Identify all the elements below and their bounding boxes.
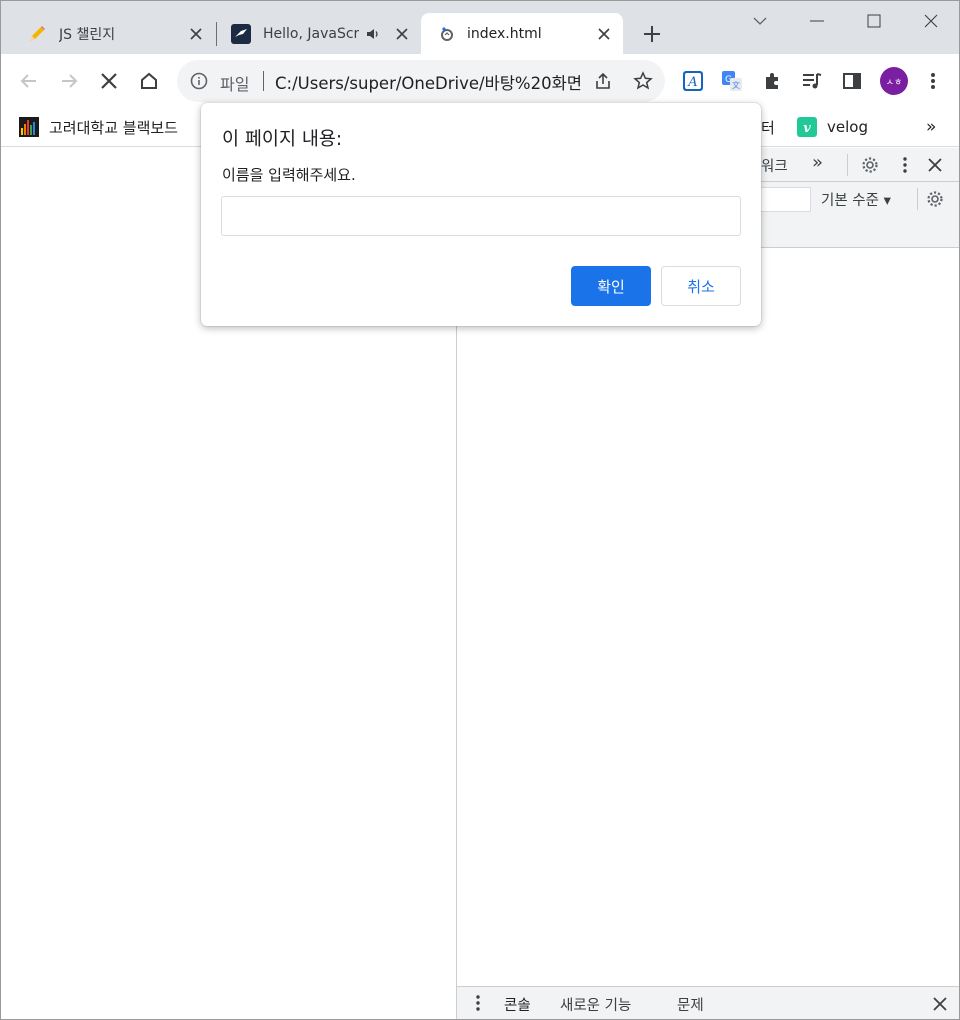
loading-spinner-icon (437, 24, 457, 44)
bookmark-korea-univ-blackboard[interactable]: 고려대학교 블랙보드 (19, 114, 178, 140)
bookmark-label: 터 (761, 118, 775, 137)
tab-title: index.html (467, 25, 542, 42)
velog-icon: v (797, 117, 817, 137)
svg-text:A: A (687, 75, 697, 90)
font-extension-icon[interactable]: A (678, 66, 708, 96)
close-window-button[interactable] (917, 9, 945, 33)
tab-separator (216, 22, 217, 46)
divider (917, 188, 918, 210)
bar-chart-icon (19, 117, 39, 137)
tab-title: JS 챌린지 (59, 26, 116, 43)
dialog-message: 이름을 입력해주세요. (222, 166, 356, 184)
bookmarks-overflow-button[interactable]: » (926, 114, 936, 140)
tab-index-html[interactable]: index.html (421, 13, 623, 54)
close-icon[interactable] (187, 25, 205, 43)
hummingbird-icon (231, 23, 251, 44)
bookmark-label: velog (827, 118, 868, 136)
tab-strip: JS 챌린지 Hello, JavaScript index.html (1, 1, 959, 54)
back-button[interactable] (14, 66, 44, 96)
media-control-icon[interactable] (797, 66, 827, 96)
drawer-tab-whats-new[interactable]: 새로운 기능 (560, 994, 631, 1015)
cancel-button[interactable]: 취소 (661, 266, 741, 306)
extensions-puzzle-icon[interactable] (757, 66, 787, 96)
address-bar[interactable]: 파일 C:/Users/super/OneDrive/바탕%20화면/index… (177, 60, 665, 102)
close-icon[interactable] (393, 25, 411, 43)
info-icon[interactable] (189, 71, 209, 91)
more-tabs-button[interactable]: » (812, 152, 823, 173)
tab-search-chevron-icon[interactable] (746, 9, 774, 33)
tab-title: Hello, JavaScript (263, 25, 359, 42)
close-devtools-icon[interactable] (924, 154, 946, 176)
svg-text:文: 文 (732, 80, 740, 90)
url-text[interactable]: C:/Users/super/OneDrive/바탕%20화면/index.ht… (275, 70, 581, 94)
dialog-title: 이 페이지 내용: (222, 129, 343, 150)
console-settings-gear-icon[interactable] (924, 188, 946, 210)
new-tab-button[interactable] (639, 21, 665, 47)
scheme-divider (263, 71, 264, 91)
gear-icon[interactable] (859, 154, 881, 176)
browser-toolbar: 파일 C:/Users/super/OneDrive/바탕%20화면/index… (1, 54, 959, 108)
profile-avatar[interactable]: ㅅㅎ (880, 67, 908, 95)
bookmark-star-icon[interactable] (632, 70, 654, 92)
menu-kebab-icon[interactable] (918, 66, 948, 96)
maximize-button[interactable] (860, 9, 888, 33)
drawer-tab-console[interactable]: 콘솔 (504, 994, 531, 1015)
console-filter-input[interactable] (757, 187, 811, 212)
prompt-dialog: 이 페이지 내용: 이름을 입력해주세요. 확인 취소 (201, 103, 761, 326)
tab-hello-javascript[interactable]: Hello, JavaScript (219, 13, 419, 54)
close-icon[interactable] (595, 25, 613, 43)
prompt-input[interactable] (221, 196, 741, 236)
side-panel-icon[interactable] (837, 66, 867, 96)
scheme-label: 파일 (220, 75, 250, 94)
svg-text:v: v (803, 121, 811, 136)
drawer-menu-icon[interactable] (467, 992, 489, 1014)
tab-js-challenge[interactable]: JS 챌린지 (15, 13, 215, 54)
kebab-menu-icon[interactable] (894, 154, 916, 176)
log-level-select[interactable]: 기본 수준 ▾ (821, 189, 891, 210)
tab-network-partial[interactable]: 워크 (761, 155, 788, 176)
ok-button[interactable]: 확인 (571, 266, 651, 306)
minimize-button[interactable] (803, 9, 831, 33)
share-icon[interactable] (592, 70, 614, 92)
browser-window: JS 챌린지 Hello, JavaScript index.html (0, 0, 960, 1020)
bookmark-velog[interactable]: v velog (797, 114, 868, 140)
bookmark-partial[interactable]: 터 (761, 114, 775, 140)
bookmark-label: 고려대학교 블랙보드 (49, 118, 178, 137)
speaker-icon[interactable] (366, 25, 382, 43)
close-drawer-icon[interactable] (929, 993, 951, 1015)
home-button[interactable] (134, 66, 164, 96)
stop-loading-button[interactable] (94, 66, 124, 96)
forward-button[interactable] (54, 66, 84, 96)
divider (847, 154, 848, 176)
devtools-drawer: 콘솔 새로운 기능 문제 (457, 986, 959, 1019)
pencil-icon (27, 24, 47, 44)
google-translate-icon[interactable]: G文 (717, 66, 747, 96)
drawer-tab-issues[interactable]: 문제 (677, 994, 704, 1015)
